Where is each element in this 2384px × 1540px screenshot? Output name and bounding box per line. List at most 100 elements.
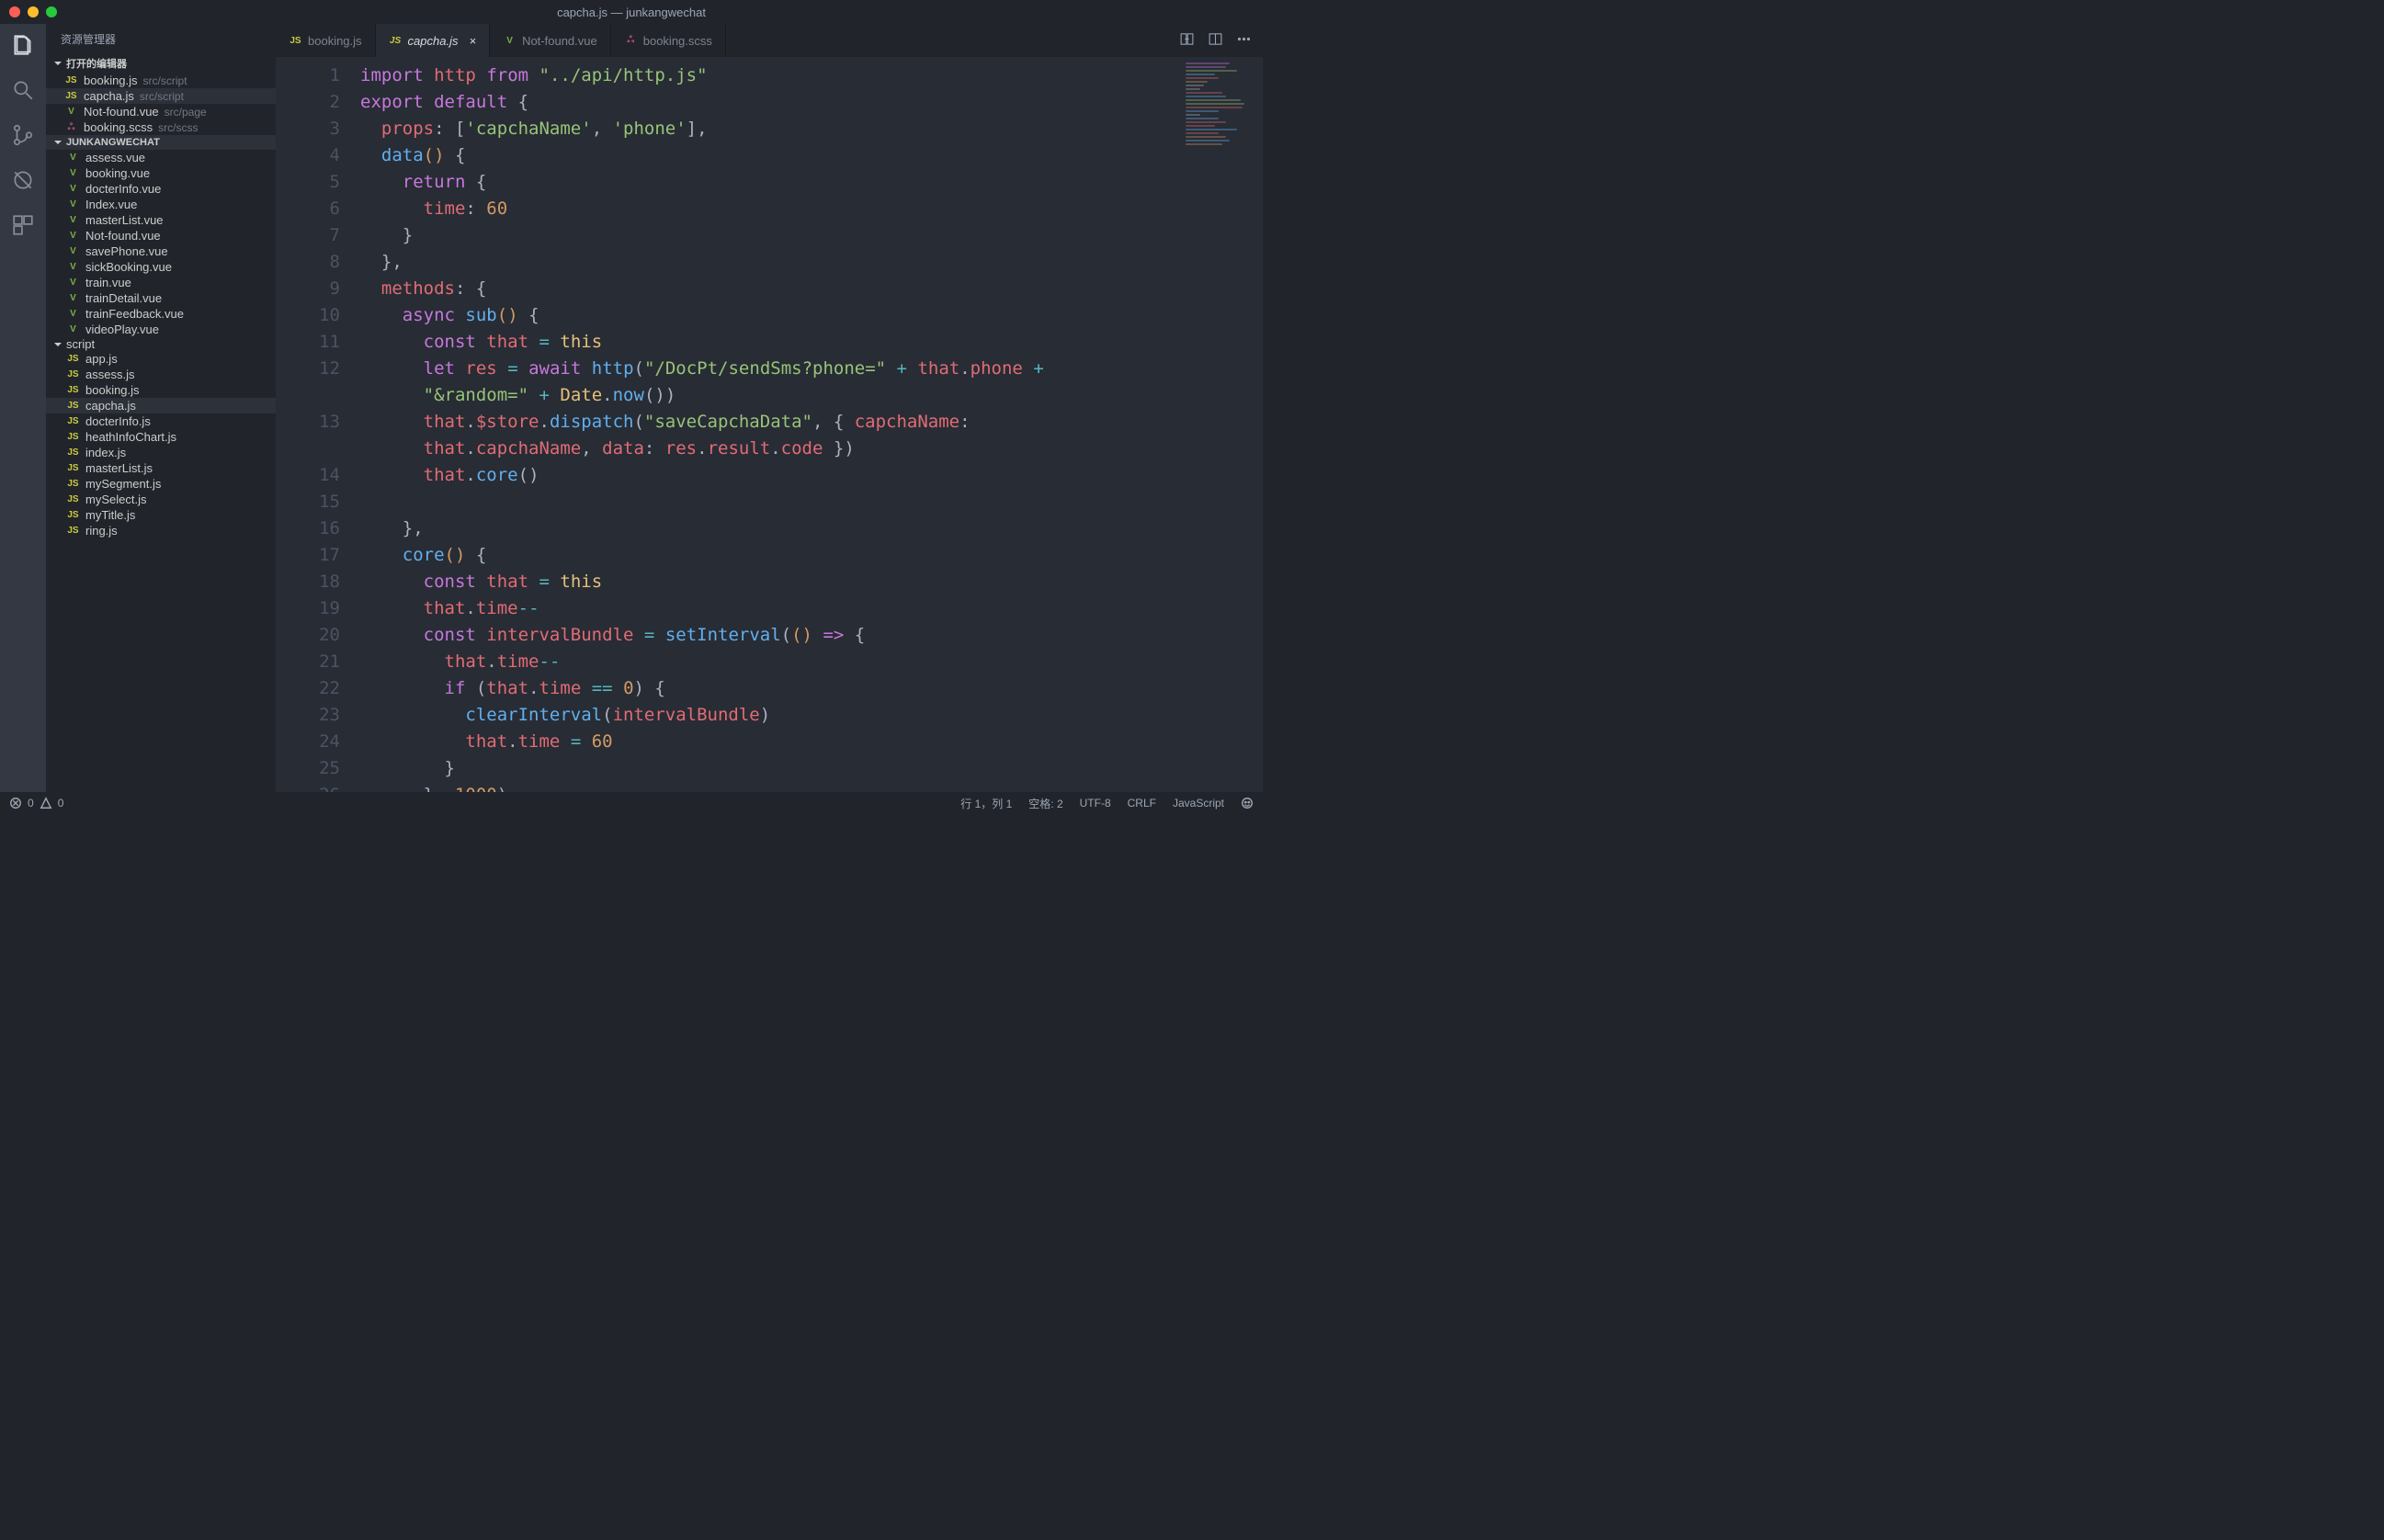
code-line[interactable] [360, 489, 1263, 515]
file-name: heathInfoChart.js [85, 430, 176, 444]
code-line[interactable]: return { [360, 169, 1263, 196]
debug-icon[interactable] [11, 168, 35, 195]
file-tree-item[interactable]: VNot-found.vue [46, 228, 276, 243]
code-line[interactable]: that.$store.dispatch("saveCapchaData", {… [360, 409, 1263, 436]
editor-tab[interactable]: JSbooking.js [276, 24, 376, 57]
error-icon[interactable] [9, 797, 22, 810]
status-error-count[interactable]: 0 [28, 797, 34, 810]
project-header[interactable]: JUNKANGWECHAT [46, 135, 276, 150]
code-line[interactable]: }, [360, 515, 1263, 542]
compare-changes-icon[interactable] [1179, 31, 1195, 50]
code-line[interactable]: that.time-- [360, 649, 1263, 675]
file-name: capcha.js [85, 399, 136, 413]
code-line[interactable]: import http from "../api/http.js" [360, 62, 1263, 89]
status-eol[interactable]: CRLF [1128, 797, 1156, 810]
minimap[interactable] [1186, 61, 1259, 162]
file-tree-item[interactable]: Vassess.vue [46, 150, 276, 165]
file-tree-item[interactable]: JSindex.js [46, 445, 276, 460]
file-tree-item[interactable]: JScapcha.js [46, 398, 276, 413]
code-line[interactable]: const that = this [360, 329, 1263, 356]
status-language[interactable]: JavaScript [1173, 797, 1224, 810]
explorer-icon[interactable] [11, 33, 35, 60]
file-name: docterInfo.vue [85, 182, 161, 196]
file-tree-item[interactable]: JSbooking.js [46, 382, 276, 398]
file-tree-item[interactable]: VsickBooking.vue [46, 259, 276, 275]
code-line[interactable]: that.core() [360, 462, 1263, 489]
file-tree-item[interactable]: VIndex.vue [46, 197, 276, 212]
file-tree-item[interactable]: VdocterInfo.vue [46, 181, 276, 197]
file-type-icon: V [66, 277, 80, 288]
file-tree-item[interactable]: VtrainDetail.vue [46, 290, 276, 306]
file-type-icon: V [66, 324, 80, 334]
file-tree-item[interactable]: Vtrain.vue [46, 275, 276, 290]
code-line[interactable]: } [360, 755, 1263, 782]
extensions-icon[interactable] [11, 213, 35, 240]
code-line[interactable]: "&random=" + Date.now()) [360, 382, 1263, 409]
code-line[interactable]: } 1000) [360, 782, 1263, 792]
file-type-icon: V [66, 168, 80, 178]
folder-script[interactable]: script [46, 337, 276, 351]
code-line[interactable]: const that = this [360, 569, 1263, 595]
more-icon[interactable] [1236, 31, 1252, 50]
editor-tab[interactable]: VNot-found.vue [490, 24, 611, 57]
status-warning-count[interactable]: 0 [58, 797, 64, 810]
editor-tab[interactable]: ஃbooking.scss [611, 24, 726, 57]
file-tree-item[interactable]: JSmyTitle.js [46, 507, 276, 523]
code-line[interactable]: data() { [360, 142, 1263, 169]
file-tree-item[interactable]: VmasterList.vue [46, 212, 276, 228]
editor-tab[interactable]: JScapcha.js× [376, 24, 491, 57]
code-line[interactable]: core() { [360, 542, 1263, 569]
code-content[interactable]: import http from "../api/http.js"export … [360, 62, 1263, 792]
open-editor-item[interactable]: JScapcha.jssrc/script [46, 88, 276, 104]
feedback-icon[interactable] [1241, 797, 1254, 810]
code-line[interactable]: props: ['capchaName', 'phone'], [360, 116, 1263, 142]
code-line[interactable]: const intervalBundle = setInterval(() =>… [360, 622, 1263, 649]
file-tree-item[interactable]: JS heathInfoChart.js [46, 429, 276, 445]
file-name: ring.js [85, 524, 118, 538]
code-line[interactable]: }, [360, 249, 1263, 276]
file-tree-item[interactable]: VtrainFeedback.vue [46, 306, 276, 322]
code-line[interactable]: async sub() { [360, 302, 1263, 329]
file-tree-item[interactable]: JSapp.js [46, 351, 276, 367]
code-line[interactable]: that.time-- [360, 595, 1263, 622]
file-name: mySelect.js [85, 493, 146, 506]
code-line[interactable]: that.capchaName, data: res.result.code }… [360, 436, 1263, 462]
code-line[interactable]: if (that.time == 0) { [360, 675, 1263, 702]
file-tree-item[interactable]: JS ring.js [46, 523, 276, 538]
activity-bar [0, 24, 46, 792]
search-icon[interactable] [11, 78, 35, 105]
status-cursor-position[interactable]: 行 1，列 1 [960, 796, 1012, 811]
open-editor-item[interactable]: ஃbooking.scsssrc/scss [46, 119, 276, 135]
code-line[interactable]: time: 60 [360, 196, 1263, 222]
open-editor-item[interactable]: JSbooking.jssrc/script [46, 73, 276, 88]
code-line[interactable]: clearInterval(intervalBundle) [360, 702, 1263, 729]
file-tree-item[interactable]: JSmySegment.js [46, 476, 276, 492]
file-tree-item[interactable]: VvideoPlay.vue [46, 322, 276, 337]
file-tree-item[interactable]: Vbooking.vue [46, 165, 276, 181]
code-line[interactable]: } [360, 222, 1263, 249]
file-type-icon: JS [66, 432, 80, 442]
open-editor-item[interactable]: VNot-found.vuesrc/page [46, 104, 276, 119]
file-type-icon: JS [66, 526, 80, 536]
status-encoding[interactable]: UTF-8 [1080, 797, 1111, 810]
code-editor[interactable]: 1234567891011121314151617181920212223242… [276, 57, 1263, 792]
open-editors-header[interactable]: 打开的编辑器 [46, 54, 276, 73]
status-indentation[interactable]: 空格: 2 [1028, 796, 1062, 811]
file-tree-item[interactable]: JSmasterList.js [46, 460, 276, 476]
code-line[interactable]: that.time = 60 [360, 729, 1263, 755]
code-line[interactable]: export default { [360, 89, 1263, 116]
source-control-icon[interactable] [11, 123, 35, 150]
code-line[interactable]: let res = await http("/DocPt/sendSms?pho… [360, 356, 1263, 382]
split-editor-icon[interactable] [1208, 31, 1223, 50]
file-tree-item[interactable]: JSassess.js [46, 367, 276, 382]
file-type-icon: V [503, 36, 517, 46]
file-type-icon: JS [66, 494, 80, 504]
file-tree-item[interactable]: JSdocterInfo.js [46, 413, 276, 429]
warning-icon[interactable] [40, 797, 52, 810]
file-tree-item[interactable]: VsavePhone.vue [46, 243, 276, 259]
code-line[interactable]: methods: { [360, 276, 1263, 302]
file-tree-item[interactable]: JS mySelect.js [46, 492, 276, 507]
close-icon[interactable]: × [469, 34, 476, 48]
tab-label: booking.scss [643, 34, 712, 48]
file-name: mySegment.js [85, 477, 161, 491]
